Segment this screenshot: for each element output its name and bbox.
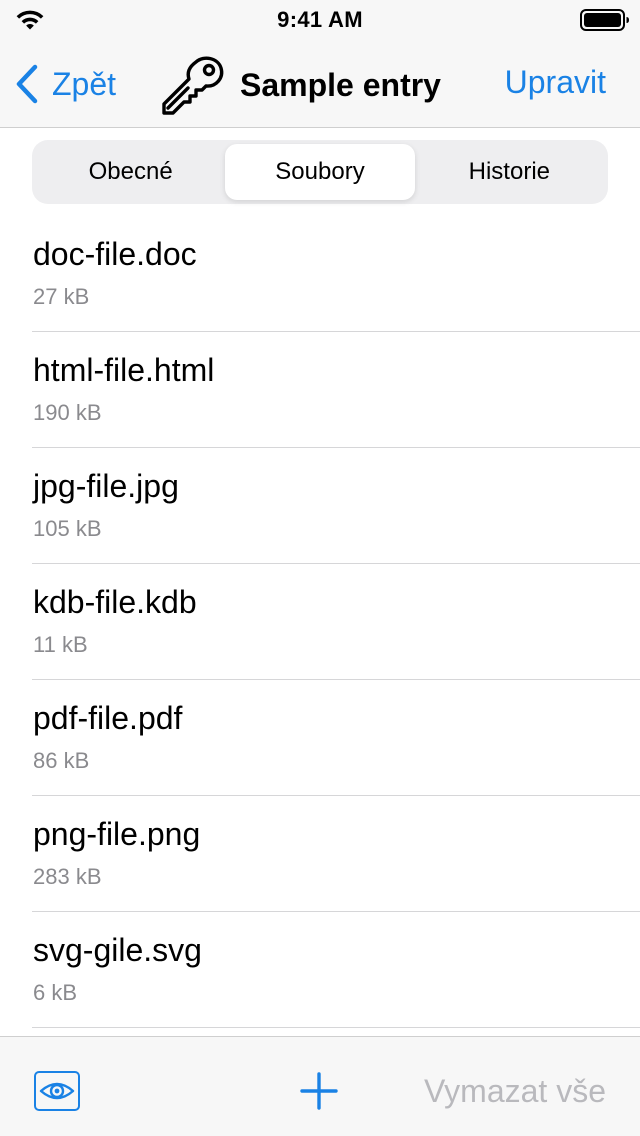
key-icon: [162, 56, 224, 115]
clear-all-button[interactable]: Vymazat vše: [424, 1073, 606, 1110]
tab-segmented-control: Obecné Soubory Historie: [32, 140, 608, 204]
file-size: 27 kB: [33, 284, 90, 309]
file-size: 86 kB: [33, 748, 90, 773]
list-item[interactable]: jpg-file.jpg 105 kB: [0, 448, 640, 564]
file-list: doc-file.doc 27 kB html-file.html 190 kB…: [0, 216, 640, 1028]
list-item[interactable]: png-file.png 283 kB: [0, 796, 640, 912]
file-size: 105 kB: [33, 516, 102, 541]
list-item[interactable]: pdf-file.pdf 86 kB: [0, 680, 640, 796]
tab-history[interactable]: Historie: [415, 144, 604, 200]
tab-files[interactable]: Soubory: [225, 144, 415, 200]
plus-icon[interactable]: [299, 1071, 339, 1111]
tab-general[interactable]: Obecné: [36, 144, 225, 200]
status-bar: 9:41 AM: [0, 0, 640, 40]
show-contents-button[interactable]: [34, 1071, 80, 1111]
list-item[interactable]: doc-file.doc 27 kB: [0, 216, 640, 332]
list-item[interactable]: html-file.html 190 kB: [0, 332, 640, 448]
file-name: pdf-file.pdf: [33, 700, 183, 736]
battery-icon: [580, 9, 629, 31]
file-name: png-file.png: [33, 816, 201, 852]
file-name: kdb-file.kdb: [33, 584, 197, 620]
nav-title-group: Sample entry: [160, 54, 441, 116]
list-item[interactable]: kdb-file.kdb 11 kB: [0, 564, 640, 680]
status-time: 9:41 AM: [277, 7, 363, 32]
page-title: Sample entry: [240, 66, 441, 103]
file-name: doc-file.doc: [33, 236, 197, 272]
bottom-toolbar: Vymazat vše: [0, 1036, 640, 1136]
file-size: 190 kB: [33, 400, 102, 425]
chevron-left-icon: [16, 64, 38, 104]
file-size: 6 kB: [33, 980, 78, 1005]
file-name: svg-gile.svg: [33, 932, 202, 968]
file-name: html-file.html: [33, 352, 215, 388]
file-size: 283 kB: [33, 864, 102, 889]
file-name: jpg-file.jpg: [33, 468, 179, 504]
navigation-bar: Zpět Sample entry Upravit: [0, 40, 640, 128]
list-item[interactable]: svg-gile.svg 6 kB: [0, 912, 640, 1028]
back-button[interactable]: Zpět: [14, 60, 116, 108]
file-size: 11 kB: [33, 632, 88, 657]
edit-button[interactable]: Upravit: [505, 64, 606, 101]
back-button-label: Zpět: [52, 65, 117, 102]
eye-icon: [39, 1082, 75, 1100]
